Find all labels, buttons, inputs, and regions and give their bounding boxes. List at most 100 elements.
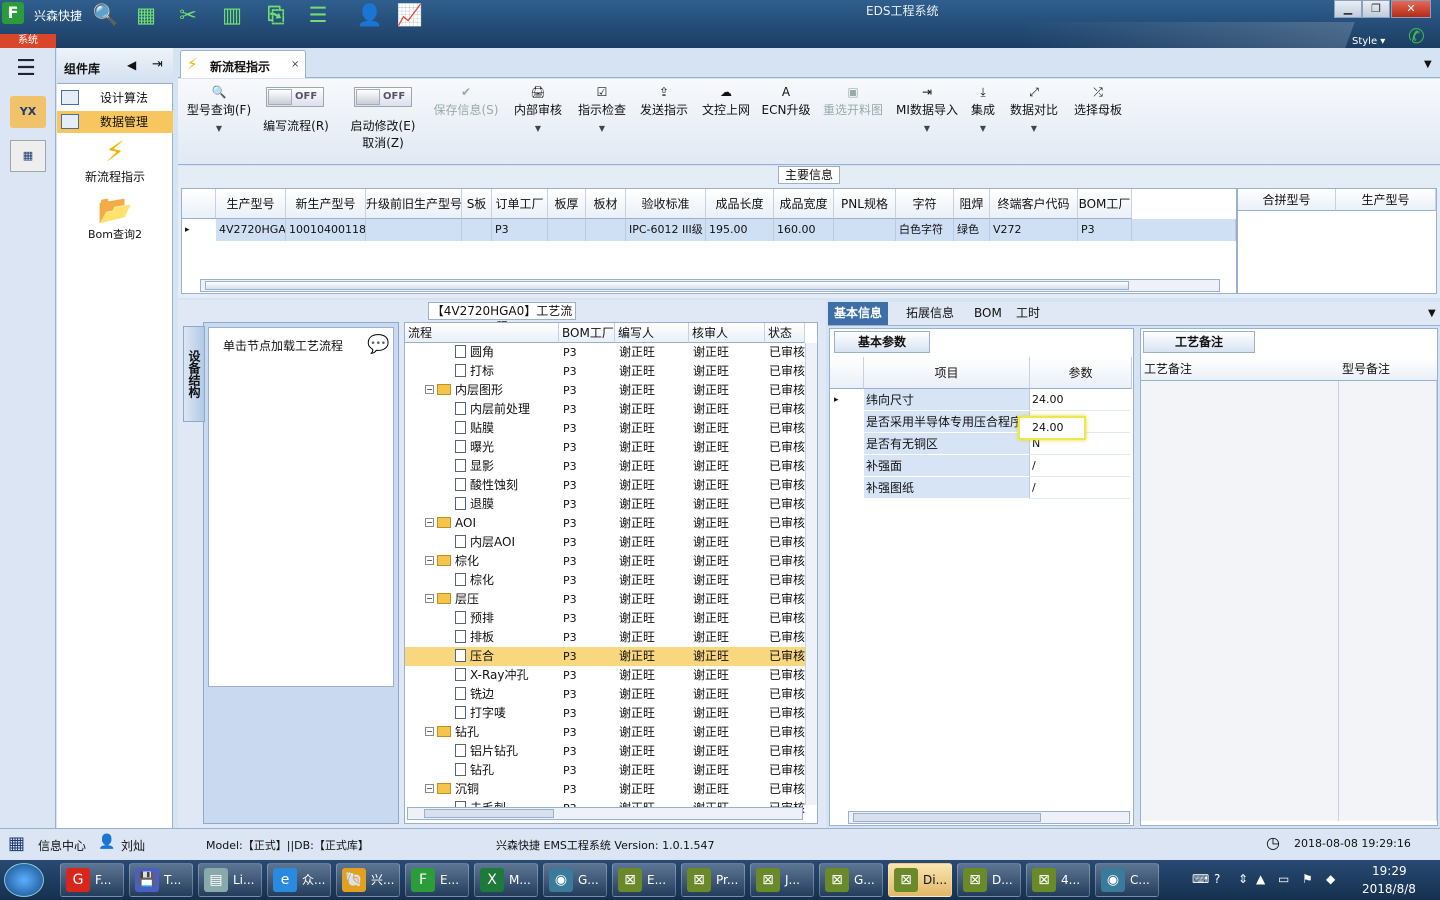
taskbar-app-2[interactable]: ▤ Li... [198,863,262,897]
taskbar-app-11[interactable]: ⊠ G... [819,863,883,897]
flow-node[interactable]: 预排 [455,609,559,628]
flow-node[interactable]: 打字唛 [455,704,559,723]
start-modify-toggle[interactable]: OFF [354,87,412,107]
phone-icon[interactable]: ✆ [1408,24,1425,48]
sidepanel-item-data-management[interactable]: 数据管理 [57,111,173,133]
detail-tab-dropdown-icon[interactable]: ▼ [1428,308,1436,319]
main-grid-cell[interactable] [834,219,896,241]
search-tool-icon[interactable]: 🔍 [92,2,120,28]
param-row[interactable]: ▸ 纬向尺寸 24.00 [830,389,1132,411]
sidepanel-item-design-algorithm[interactable]: 设计算法 [57,87,173,109]
flow-node[interactable]: 铝片钻孔 [455,742,559,761]
flow-tree-row[interactable]: − 层压 P3 谢正旺 谢正旺 已审核 [405,590,805,609]
minimize-button[interactable]: ▁ [1334,0,1362,18]
ribbon-button-6[interactable]: A ECN升级 [760,83,812,118]
main-grid-cell[interactable]: 160.00 [774,219,834,241]
tab-2[interactable]: BOM [968,302,1008,325]
equipment-structure-tab[interactable]: 设备结构 [183,326,205,422]
taskbar-app-5[interactable]: F E... [405,863,469,897]
tile-bom-query[interactable]: 📂 Bom查询2 [67,194,163,242]
main-col-header[interactable]: 生产型号 [216,189,286,219]
flow-node[interactable]: 压合 [455,647,559,666]
taskbar-app-14[interactable]: ⊠ 4... [1026,863,1090,897]
taskbar-app-13[interactable]: ⊠ D... [957,863,1021,897]
flow-node[interactable]: 钻孔 [455,761,559,780]
dropdown-arrow-icon[interactable]: ▼ [894,124,960,133]
item-column-header[interactable]: 项目 [864,357,1030,389]
tab-new-flow-instruction[interactable]: ⚡ 新流程指示 × [180,50,306,78]
process-notes-tab[interactable]: 工艺备注 [1143,331,1255,353]
windows-tiles-icon[interactable]: ▦ [8,833,25,854]
tab-3[interactable]: 工时 [1010,302,1046,325]
main-col-header[interactable]: 成品长度 [706,189,774,219]
flow-node[interactable]: − 钻孔 [425,723,559,742]
param-row[interactable]: 补强图纸 / [830,477,1132,499]
taskbar-app-7[interactable]: ◉ G... [543,863,607,897]
calendar-module-icon[interactable]: ▦ [10,140,46,172]
main-col-header[interactable]: 订单工厂 [492,189,548,219]
help-icon[interactable]: ? [1214,872,1220,886]
flow-tree-row[interactable]: 内层AOI P3 谢正旺 谢正旺 已审核 [405,533,805,552]
main-grid-cell[interactable]: V272 [990,219,1078,241]
ribbon-button-5[interactable]: ☁ 文控上网 [700,83,752,118]
yx-module-icon[interactable]: YX [10,96,46,128]
flag-icon[interactable]: ⚑ [1302,872,1313,886]
main-col-header[interactable]: 阻焊 [954,189,990,219]
main-col-header[interactable]: 验收标准 [626,189,706,219]
params-hscrollbar[interactable] [848,811,1130,824]
flow-node[interactable]: 内层前处理 [455,400,559,419]
flow-node[interactable]: 退膜 [455,495,559,514]
ribbon-button-7[interactable]: ▣ 重选开料图 [820,83,886,118]
main-grid-cell[interactable] [548,219,586,241]
cancel-modify-label[interactable]: 取消(Z) [344,134,422,151]
tab-1[interactable]: 拓展信息 [900,302,960,325]
main-col-header[interactable]: 板厚 [548,189,586,219]
main-col-header[interactable]: 升级前旧生产型号 [366,189,462,219]
restore-button[interactable]: ❐ [1362,0,1390,18]
flow-tree-row[interactable]: 打标 P3 谢正旺 谢正旺 已审核 [405,362,805,381]
calculator-tool-icon[interactable]: ▦ [132,2,160,28]
flow-node[interactable]: − 内层图形 [425,381,559,400]
param-value[interactable]: / [1030,477,1130,499]
ribbon-button-11[interactable]: ⤮ 选择母板 [1072,83,1124,118]
flow-tree-row[interactable]: 压合 P3 谢正旺 谢正旺 已审核 [405,647,805,666]
main-grid-cell[interactable]: IPC-6012 III级 [626,219,706,241]
flow-tree-row[interactable]: 圆角 P3 谢正旺 谢正旺 已审核 [405,343,805,362]
ribbon-button-10[interactable]: ⤢ 数据对比 ▼ [1008,83,1060,133]
flow-node[interactable]: 打标 [455,362,559,381]
taskbar-app-0[interactable]: G F... [60,863,124,897]
tray-up-icon[interactable]: ▲ [1256,872,1265,886]
reviewer-column-header[interactable]: 核审人 [689,323,765,343]
main-grid-cell[interactable]: 白色字符 [896,219,954,241]
basic-params-tab[interactable]: 基本参数 [834,331,930,353]
collapse-node-icon[interactable]: − [425,518,434,527]
flow-node[interactable]: 铣边 [455,685,559,704]
collapse-node-icon[interactable]: − [425,556,434,565]
copy-tool-icon[interactable]: ⎘ [262,2,290,28]
tab-0[interactable]: 基本信息 [828,302,889,325]
main-col-header[interactable]: BOM工厂 [1078,189,1132,219]
taskbar-app-1[interactable]: 💾 T... [129,863,193,897]
flow-tree-row[interactable]: − 钻孔 P3 谢正旺 谢正旺 已审核 [405,723,805,742]
param-row[interactable]: 是否采用半导体专用压合程序/ [830,411,1132,433]
flow-tree-row[interactable]: 棕化 P3 谢正旺 谢正旺 已审核 [405,571,805,590]
flow-node[interactable]: − 层压 [425,590,559,609]
ribbon-button-9[interactable]: ⤓ 集成 ▼ [968,83,998,133]
main-col-header[interactable]: S板 [462,189,492,219]
taskbar-app-12[interactable]: ⊠ Di... [888,863,952,897]
taskbar-app-6[interactable]: X M... [474,863,538,897]
main-grid-cell[interactable]: P3 [1078,219,1132,241]
close-window-button[interactable]: ✕ [1391,0,1431,18]
collapse-node-icon[interactable]: − [425,784,434,793]
scissors-tool-icon[interactable]: ✂ [174,2,202,28]
tile-new-flow-instruction[interactable]: ⚡ 新流程指示 [67,136,163,185]
ribbon-button-0[interactable]: 🔍 型号查询(F) ▼ [182,83,256,133]
flow-node[interactable]: − 沉铜 [425,780,559,799]
flow-tree-row[interactable]: 退膜 P3 谢正旺 谢正旺 已审核 [405,495,805,514]
param-row[interactable]: 补强面 / [830,455,1132,477]
param-value-editor[interactable]: 24.00 [1018,416,1086,440]
flow-tree-row[interactable]: 打字唛 P3 谢正旺 谢正旺 已审核 [405,704,805,723]
flow-tree-row[interactable]: 钻孔 P3 谢正旺 谢正旺 已审核 [405,761,805,780]
taskbar-app-4[interactable]: 🐚 兴... [336,863,400,897]
value-column-header[interactable]: 参数 [1030,357,1132,389]
